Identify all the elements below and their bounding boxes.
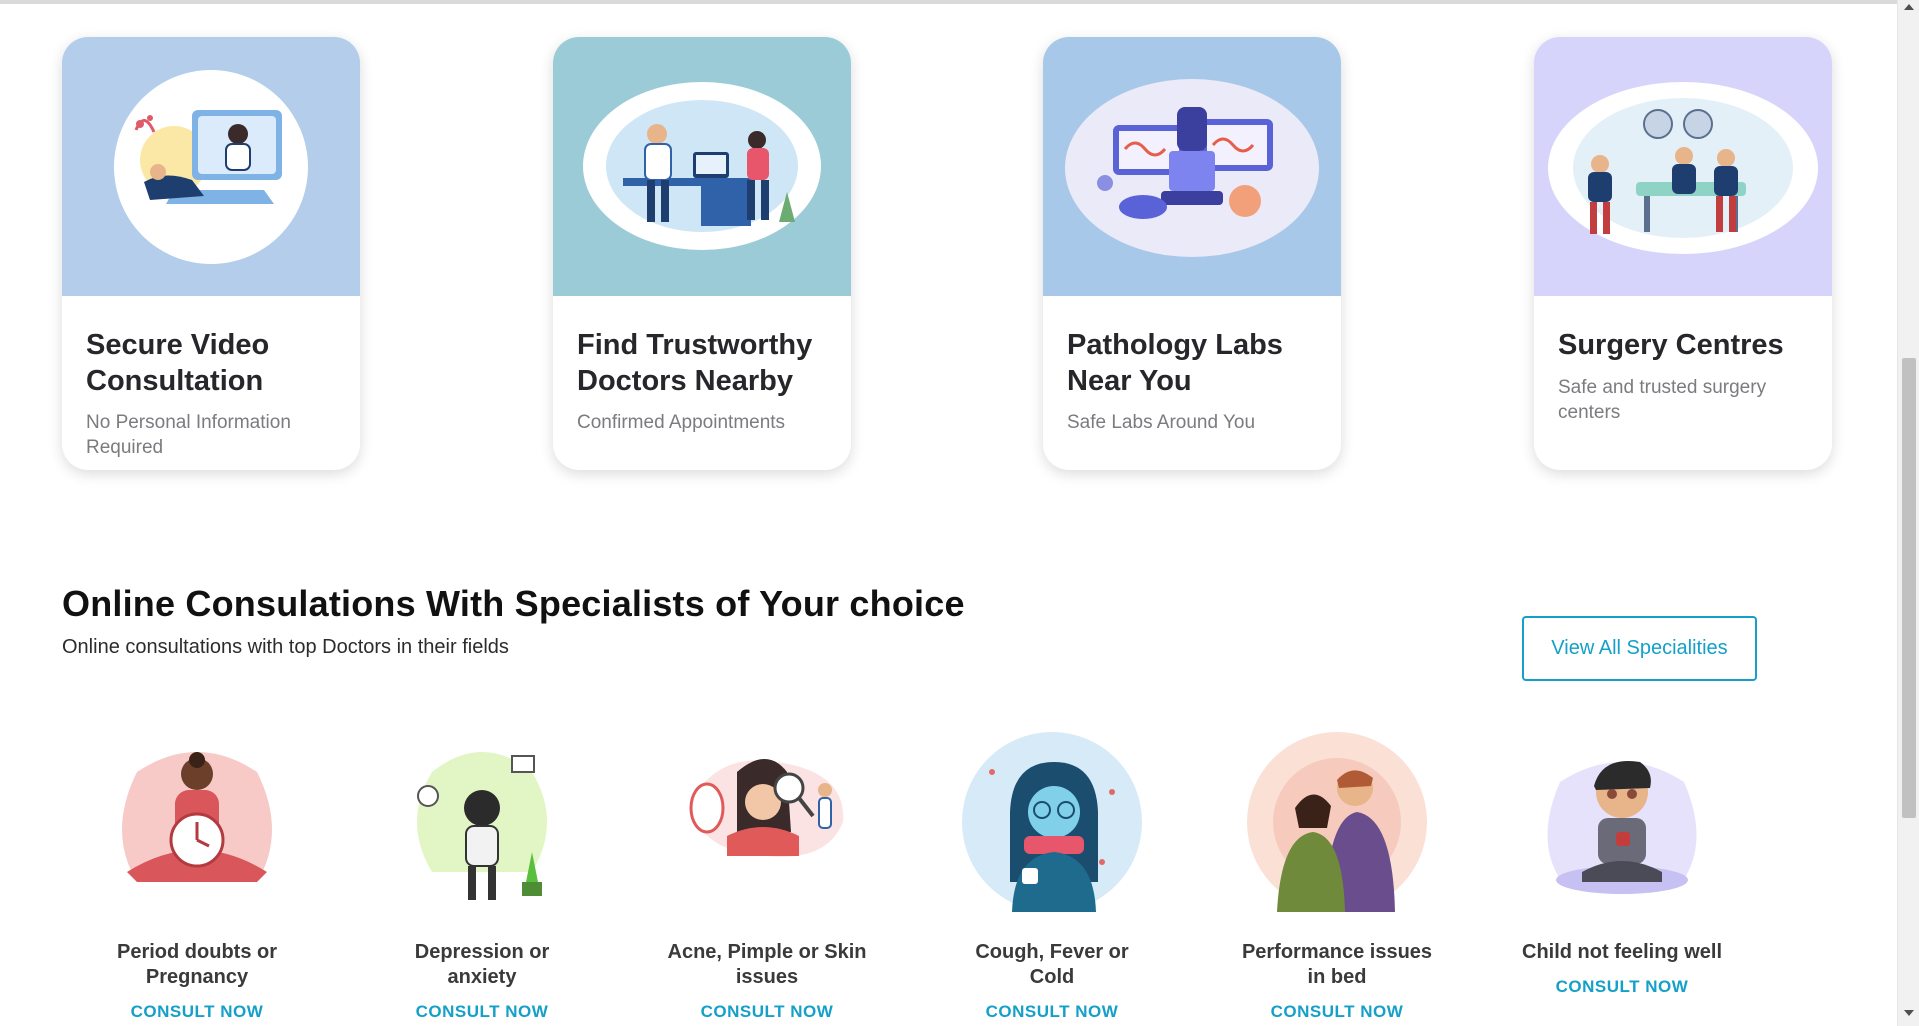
doctor-appointment-illustration bbox=[583, 82, 821, 250]
card-title: Pathology Labs Near You bbox=[1067, 329, 1283, 397]
speciality-label: Performance issues in bed bbox=[1241, 941, 1433, 988]
lab-microscope-illustration bbox=[1065, 79, 1319, 257]
top-divider bbox=[0, 0, 1919, 4]
card-hero bbox=[553, 37, 851, 296]
couple-illustration bbox=[1247, 732, 1427, 912]
speciality-label: Acne, Pimple or Skin issues bbox=[667, 941, 867, 988]
speciality-label: Child not feeling well bbox=[1522, 941, 1722, 963]
card-subtitle: Safe Labs Around You bbox=[1067, 412, 1256, 433]
cold-fever-illustration bbox=[962, 732, 1142, 912]
speciality-performance[interactable]: Performance issues in bed CONSULT NOW bbox=[1237, 732, 1437, 1022]
speciality-pregnancy[interactable]: Period doubts or Pregnancy CONSULT NOW bbox=[97, 732, 297, 1022]
card-find-doctors[interactable]: Find Trustworthy Doctors Nearby Confirme… bbox=[553, 37, 851, 470]
speciality-label: Cough, Fever or Cold bbox=[975, 941, 1129, 988]
scroll-down-icon[interactable] bbox=[1904, 1010, 1914, 1016]
pregnancy-illustration bbox=[107, 732, 287, 912]
depression-illustration bbox=[392, 732, 572, 912]
card-hero bbox=[1043, 37, 1341, 296]
consult-now-link[interactable]: CONSULT NOW bbox=[1237, 1002, 1437, 1022]
card-hero bbox=[62, 37, 360, 296]
consult-now-link[interactable]: CONSULT NOW bbox=[97, 1002, 297, 1022]
view-all-specialities-button[interactable]: View All Specialities bbox=[1522, 616, 1757, 681]
speciality-child[interactable]: Child not feeling well CONSULT NOW bbox=[1522, 732, 1722, 997]
scrollbar-thumb[interactable] bbox=[1902, 358, 1916, 818]
card-subtitle: Safe and trusted surgery centers bbox=[1558, 377, 1767, 423]
card-pathology-labs[interactable]: Pathology Labs Near You Safe Labs Around… bbox=[1043, 37, 1341, 470]
consult-now-link[interactable]: CONSULT NOW bbox=[382, 1002, 582, 1022]
consult-now-link[interactable]: CONSULT NOW bbox=[1522, 977, 1722, 997]
consult-now-link[interactable]: CONSULT NOW bbox=[667, 1002, 867, 1022]
surgery-room-illustration bbox=[1548, 82, 1818, 254]
speciality-skin[interactable]: Acne, Pimple or Skin issues CONSULT NOW bbox=[667, 732, 867, 1022]
card-subtitle: Confirmed Appointments bbox=[577, 412, 786, 433]
card-title: Secure Video Consultation bbox=[86, 329, 270, 397]
section-subtitle: Online consultations with top Doctors in… bbox=[62, 636, 509, 658]
card-title: Surgery Centres bbox=[1558, 329, 1784, 361]
speciality-label: Period doubts or Pregnancy bbox=[117, 941, 277, 988]
speciality-cold[interactable]: Cough, Fever or Cold CONSULT NOW bbox=[952, 732, 1152, 1022]
sick-child-illustration bbox=[1532, 732, 1712, 912]
vertical-scrollbar[interactable] bbox=[1897, 0, 1919, 1026]
skin-care-illustration bbox=[677, 732, 857, 912]
scroll-up-icon[interactable] bbox=[1904, 4, 1914, 10]
card-hero bbox=[1534, 37, 1832, 296]
speciality-label: Depression or anxiety bbox=[414, 941, 550, 988]
card-surgery-centres[interactable]: Surgery Centres Safe and trusted surgery… bbox=[1534, 37, 1832, 470]
video-consultation-illustration bbox=[114, 70, 308, 264]
speciality-depression[interactable]: Depression or anxiety CONSULT NOW bbox=[382, 732, 582, 1022]
card-title: Find Trustworthy Doctors Nearby bbox=[577, 329, 813, 397]
card-subtitle: No Personal Information Required bbox=[86, 412, 291, 458]
card-video-consultation[interactable]: Secure Video Consultation No Personal In… bbox=[62, 37, 360, 470]
section-title: Online Consulations With Specialists of … bbox=[62, 583, 965, 624]
consult-now-link[interactable]: CONSULT NOW bbox=[952, 1002, 1152, 1022]
